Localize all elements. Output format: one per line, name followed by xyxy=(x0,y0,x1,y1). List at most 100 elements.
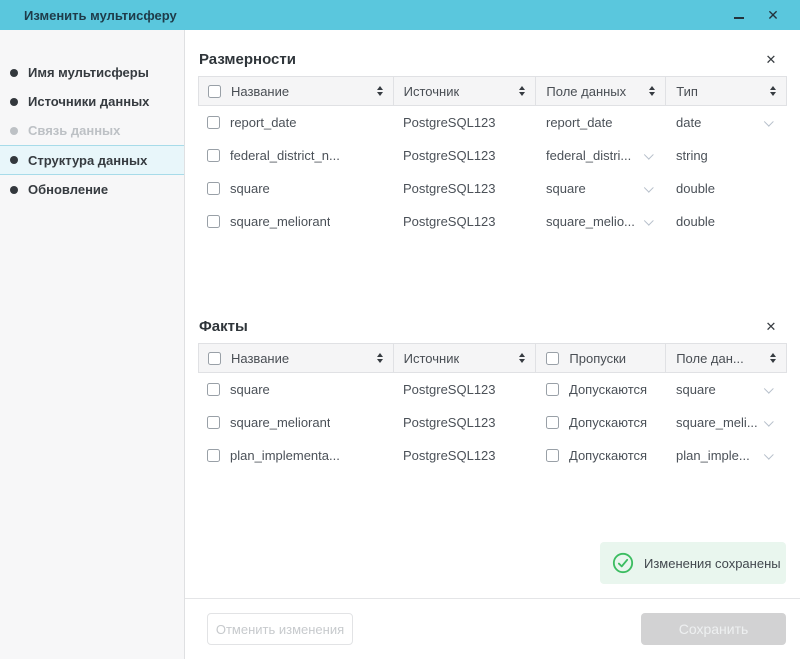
field-cell[interactable]: square_meli... xyxy=(666,415,786,430)
source-cell: PostgreSQL123 xyxy=(393,148,536,163)
close-icon: ✕ xyxy=(767,8,779,22)
checkbox[interactable] xyxy=(207,449,220,462)
row-source: PostgreSQL123 xyxy=(403,214,496,229)
field-cell[interactable]: federal_distri... xyxy=(536,148,666,163)
dimensions-table-body: report_datePostgreSQL123report_datedatef… xyxy=(198,106,787,238)
window-titlebar: Изменить мультисферу ✕ xyxy=(0,0,800,30)
bullet-icon xyxy=(10,186,18,194)
sidebar-item-label: Обновление xyxy=(28,182,108,197)
gaps-cell: Допускаются xyxy=(536,448,666,463)
dimensions-close-button[interactable]: ✕ xyxy=(763,52,779,68)
type-cell: string xyxy=(666,148,786,163)
row-gaps: Допускаются xyxy=(569,415,647,430)
row-name: square xyxy=(230,181,270,196)
row-source: PostgreSQL123 xyxy=(403,115,496,130)
row-gaps: Допускаются xyxy=(569,382,647,397)
column-header: Источник xyxy=(394,77,537,105)
checkbox[interactable] xyxy=(208,352,221,365)
row-field: federal_distri... xyxy=(546,148,631,163)
sort-icon[interactable] xyxy=(377,86,383,96)
row-source: PostgreSQL123 xyxy=(403,148,496,163)
minimize-icon xyxy=(734,17,744,19)
main-content: Размерности ✕ НазваниеИсточникПоле данны… xyxy=(185,30,800,659)
column-header: Тип xyxy=(666,77,786,105)
checkbox[interactable] xyxy=(546,416,559,429)
name-cell: square_meliorant xyxy=(198,415,393,430)
column-header: Название xyxy=(199,344,394,372)
check-circle-icon xyxy=(612,552,634,574)
gaps-cell: Допускаются xyxy=(536,415,666,430)
sort-icon[interactable] xyxy=(519,86,525,96)
row-field: square xyxy=(546,181,586,196)
dimensions-table: НазваниеИсточник Поле данных Тип report_da… xyxy=(198,76,787,238)
chevron-down-icon[interactable] xyxy=(644,183,654,193)
sort-icon[interactable] xyxy=(649,86,655,96)
row-name: federal_district_n... xyxy=(230,148,340,163)
column-header: Поле дан... xyxy=(666,344,786,372)
name-cell: plan_implementa... xyxy=(198,448,393,463)
row-type: date xyxy=(676,115,701,130)
row-type: double xyxy=(676,214,715,229)
name-cell: square xyxy=(198,181,393,196)
facts-close-button[interactable]: ✕ xyxy=(763,319,779,335)
row-type: double xyxy=(676,181,715,196)
chevron-down-icon[interactable] xyxy=(764,384,774,394)
window-title: Изменить мультисферу xyxy=(24,8,177,23)
column-header-label: Название xyxy=(231,351,289,366)
chevron-down-icon[interactable] xyxy=(644,216,654,226)
checkbox[interactable] xyxy=(546,383,559,396)
chevron-down-icon[interactable] xyxy=(764,117,774,127)
row-field: square xyxy=(676,382,716,397)
type-cell[interactable]: date xyxy=(666,115,786,130)
sort-icon[interactable] xyxy=(519,353,525,363)
field-cell[interactable]: square xyxy=(666,382,786,397)
sidebar-item-label: Структура данных xyxy=(28,153,147,168)
checkbox[interactable] xyxy=(207,149,220,162)
row-type: string xyxy=(676,148,708,163)
sidebar-item[interactable]: Обновление xyxy=(0,175,184,204)
column-header: Название xyxy=(199,77,394,105)
sort-icon[interactable] xyxy=(377,353,383,363)
sidebar-item[interactable]: Имя мультисферы xyxy=(0,58,184,87)
close-button[interactable]: ✕ xyxy=(756,0,790,30)
row-source: PostgreSQL123 xyxy=(403,448,496,463)
checkbox[interactable] xyxy=(207,383,220,396)
column-header-label: Поле данных xyxy=(546,84,626,99)
name-cell: square xyxy=(198,382,393,397)
type-cell: double xyxy=(666,181,786,196)
sidebar-item[interactable]: Структура данных xyxy=(0,145,184,175)
chevron-down-icon[interactable] xyxy=(644,150,654,160)
sort-icon[interactable] xyxy=(770,86,776,96)
table-row: squarePostgreSQL123Допускаютсяsquare xyxy=(198,373,787,406)
table-row: square_meliorantPostgreSQL123square_meli… xyxy=(198,205,787,238)
checkbox[interactable] xyxy=(207,116,220,129)
save-button[interactable]: Сохранить xyxy=(641,613,786,645)
sidebar-item[interactable]: Источники данных xyxy=(0,87,184,116)
dimensions-section-title: Размерности xyxy=(199,51,296,68)
chevron-down-icon[interactable] xyxy=(764,417,774,427)
cancel-changes-button[interactable]: Отменить изменения xyxy=(207,613,353,645)
row-field: square_meli... xyxy=(676,415,758,430)
checkbox[interactable] xyxy=(546,352,559,365)
wizard-sidebar: Имя мультисферыИсточники данныхСвязь дан… xyxy=(0,30,185,659)
checkbox[interactable] xyxy=(207,416,220,429)
field-cell[interactable]: square_melio... xyxy=(536,214,666,229)
sort-icon[interactable] xyxy=(770,353,776,363)
facts-section-title: Факты xyxy=(199,318,248,335)
name-cell: federal_district_n... xyxy=(198,148,393,163)
table-row: squarePostgreSQL123squaredouble xyxy=(198,172,787,205)
field-cell: report_date xyxy=(536,115,666,130)
type-cell: double xyxy=(666,214,786,229)
checkbox[interactable] xyxy=(207,215,220,228)
row-name: square xyxy=(230,382,270,397)
row-field: report_date xyxy=(546,115,613,130)
success-toast: Изменения сохранены xyxy=(600,542,786,584)
field-cell[interactable]: square xyxy=(536,181,666,196)
chevron-down-icon[interactable] xyxy=(764,450,774,460)
minimize-button[interactable] xyxy=(722,0,756,30)
footer-divider xyxy=(185,598,800,599)
checkbox[interactable] xyxy=(546,449,559,462)
field-cell[interactable]: plan_imple... xyxy=(666,448,786,463)
checkbox[interactable] xyxy=(208,85,221,98)
checkbox[interactable] xyxy=(207,182,220,195)
